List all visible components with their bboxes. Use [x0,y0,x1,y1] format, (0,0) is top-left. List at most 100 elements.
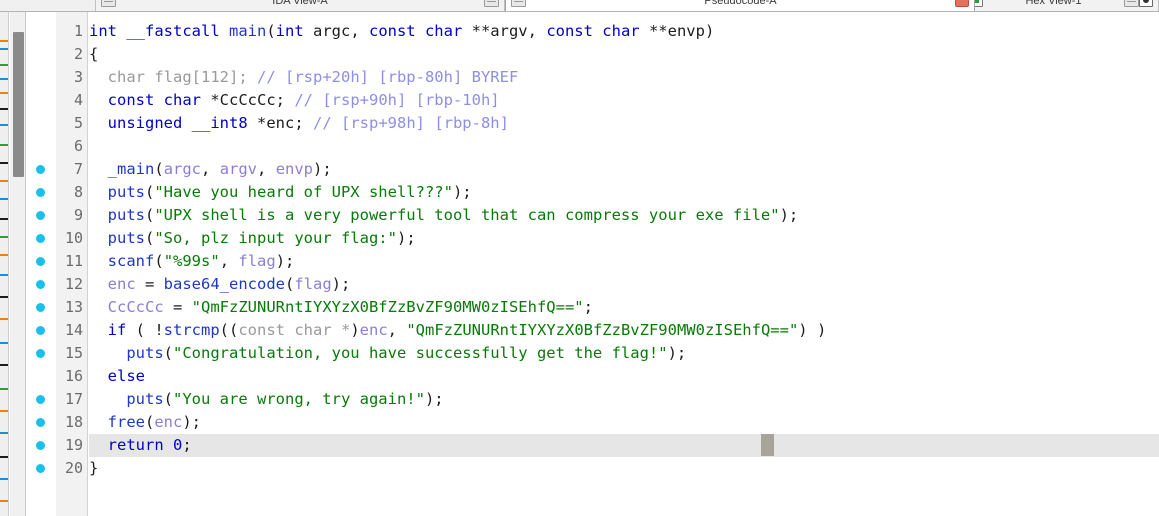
code-line[interactable]: puts("UPX shell is a very powerful tool … [89,204,799,227]
line-number: 2 [73,45,83,63]
code-token-kw: if [107,321,136,339]
code-line[interactable]: unsigned __int8 *enc; // [rsp+98h] [rbp-… [89,112,509,135]
horizontal-scrollbar-thumb[interactable] [761,434,774,456]
breakpoint-dot[interactable] [36,349,45,358]
code-line[interactable]: CcCcCc = "QmFzZUNURntIYXYzX0BfZzBvZF90MW… [89,296,593,319]
code-line[interactable]: puts("You are wrong, try again!"); [89,388,443,411]
code-token-plain: **envp [648,22,705,40]
code-token-plain: ); [331,275,351,293]
navigation-color-band[interactable] [0,12,9,516]
code-token-kw: const char [546,22,649,40]
code-token-str: "QmFzZUNURntIYXYzX0BfZzBvZF90MW0zISEhfQ=… [191,298,584,316]
code-token-kw: int [275,22,313,40]
code-token-fn: puts [126,344,164,362]
code-token-kw: return [107,436,173,454]
code-token-plain: ( [145,183,155,201]
code-token-plain: ( [145,206,155,224]
document-icon [484,0,499,7]
line-number: 20 [64,459,83,477]
code-token-plain: *enc; [257,114,313,132]
code-token-plain: (( [219,321,239,339]
line-number: 14 [64,321,83,339]
tab-label: IDA View-A [272,0,328,7]
code-line[interactable]: puts("Congratulation, you have successfu… [89,342,686,365]
breakpoint-dot[interactable] [36,326,45,335]
code-line[interactable]: scanf("%99s", flag); [89,250,295,273]
breakpoint-dot[interactable] [36,234,45,243]
breakpoint-dot[interactable] [36,188,45,197]
code-token-var: enc [107,275,136,293]
code-line[interactable]: _main(argc, argv, envp); [89,158,332,181]
code-line[interactable]: puts("Have you heard of UPX shell???"); [89,181,472,204]
breakpoint-dot[interactable] [36,165,45,174]
code-token-num: 0 [173,436,183,454]
code-token-plain: ( [154,160,164,178]
code-token-plain: ( [145,413,155,431]
tab-pseudocode-a[interactable]: Pseudocode-A [505,0,975,11]
code-line[interactable]: char flag[112]; // [rsp+20h] [rbp-80h] B… [89,66,519,89]
code-line[interactable]: if ( !strcmp((const char *)enc, "QmFzZUN… [89,319,827,342]
close-icon[interactable] [955,0,969,7]
code-token-plain: ); [667,344,687,362]
line-number: 7 [73,160,83,178]
code-token-var: CcCcCc [107,298,164,316]
code-token-plain: argc [312,22,351,40]
tab-hex-view-1[interactable]: Hex View-1 [963,0,1159,11]
code-line[interactable]: const char *CcCcCc; // [rsp+90h] [rbp-10… [89,89,500,112]
breakpoint-dot[interactable] [36,464,45,473]
code-token-plain: { [89,45,99,63]
code-token-plain: , [350,22,369,40]
code-token-kw: int [89,22,127,40]
code-token-plain: = [135,275,164,293]
navband-mark [0,108,8,110]
tab-ida-view-a[interactable]: IDA View-A [95,0,505,11]
code-token-str: "UPX shell is a very powerful tool that … [154,206,780,224]
code-token-plain: ( [285,275,295,293]
pseudocode-text-area[interactable]: } return 0; free(enc); puts("You are wro… [89,12,1159,516]
navband-mark [0,254,8,256]
code-line[interactable]: puts("So, plz input your flag:"); [89,227,416,250]
code-token-plain: ; [583,298,593,316]
code-token-plain: ( ! [135,321,164,339]
code-line[interactable]: else [89,365,145,388]
code-token-str: "You are wrong, try again!" [173,390,425,408]
code-line[interactable]: enc = base64_encode(flag); [89,273,351,296]
code-token-plain: ( [266,22,276,40]
breakpoint-dot[interactable] [36,303,45,312]
breakpoint-dot[interactable] [36,257,45,266]
code-token-fn: main [228,22,267,40]
breakpoint-dot[interactable] [36,418,45,427]
editor-tab-strip: IDA View-A Pseudocode-A Hex View-1 [0,0,1159,12]
breakpoint-dot[interactable] [36,211,45,220]
code-token-plain: = [163,298,192,316]
navband-mark [0,478,8,480]
code-token-kw: const char [107,91,211,109]
code-line[interactable]: { [89,43,98,66]
breakpoint-dot[interactable] [36,441,45,450]
line-number: 19 [64,436,83,454]
vertical-scrollbar[interactable] [10,12,26,516]
code-line[interactable]: free(enc); [89,411,201,434]
line-number: 1 [73,22,83,40]
breakpoint-gutter[interactable] [27,12,56,516]
document-icon [1124,0,1139,7]
vertical-scrollbar-thumb[interactable] [13,32,24,177]
code-line[interactable]: } [89,457,98,480]
code-line-current[interactable]: return 0; [89,434,1159,457]
code-token-var: enc [154,413,183,431]
breakpoint-dot[interactable] [36,395,45,404]
navband-mark [0,456,8,458]
breakpoint-dot[interactable] [36,280,45,289]
line-number: 11 [64,252,83,270]
code-line[interactable]: int __fastcall main(int argc, const char… [89,20,714,43]
code-token-plain: ) [704,22,715,40]
line-number: 12 [64,275,83,293]
code-token-var: argc [163,160,202,178]
